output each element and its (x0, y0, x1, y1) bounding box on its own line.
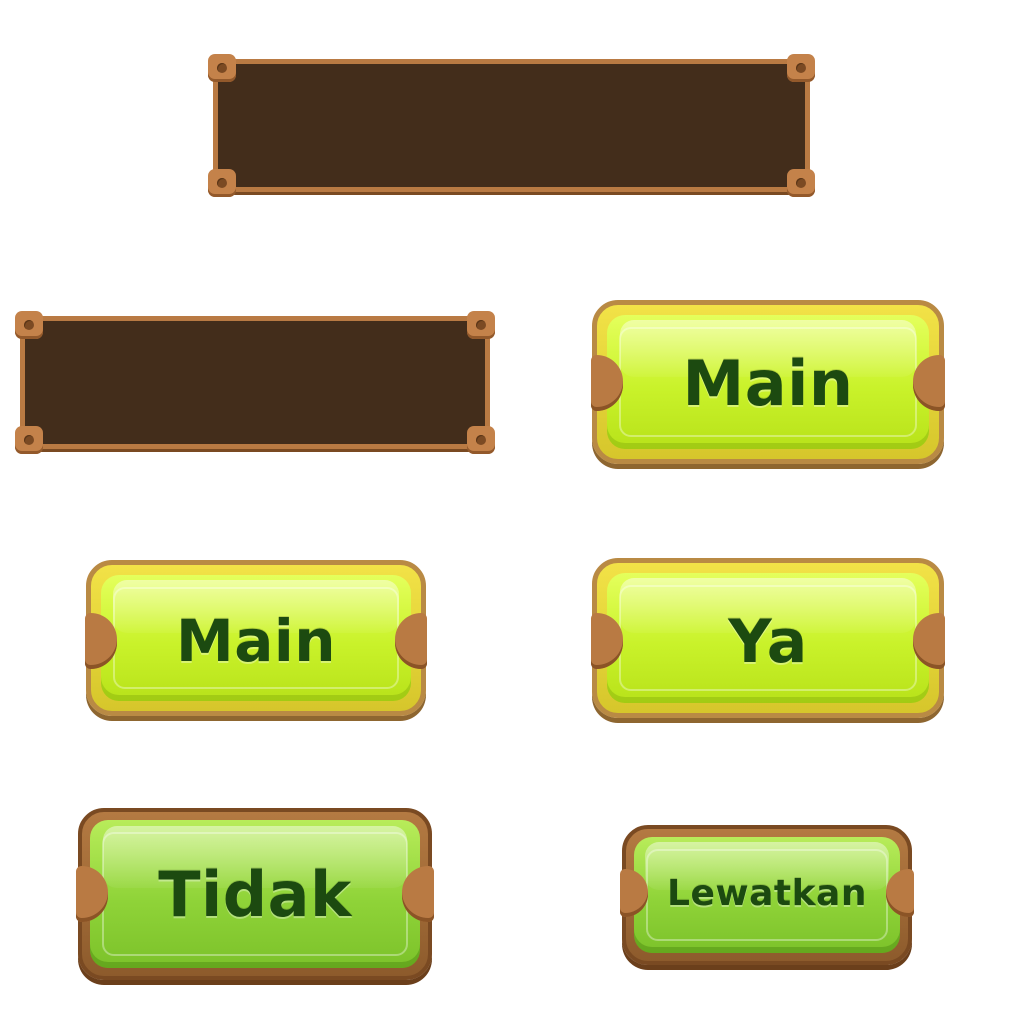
no-button[interactable]: Tidak (76, 808, 434, 980)
bolt-icon (208, 169, 236, 197)
skip-button-label: Lewatkan (667, 873, 867, 914)
yes-button[interactable]: Ya (591, 558, 945, 718)
bolt-icon (467, 311, 495, 339)
play-button-small[interactable]: Main (85, 560, 427, 716)
bolt-icon (208, 54, 236, 82)
wooden-panel-wide (208, 54, 815, 197)
bolt-icon (467, 426, 495, 454)
game-ui-asset-sheet: Main Main Ya Tidak Lewatkan (0, 0, 1024, 1024)
no-button-label: Tidak (158, 858, 352, 931)
yes-button-label: Ya (728, 607, 808, 677)
wooden-panel-medium (15, 311, 495, 454)
play-button-label: Main (175, 607, 337, 675)
bolt-icon (15, 426, 43, 454)
skip-button[interactable]: Lewatkan (620, 825, 914, 965)
bolt-icon (787, 169, 815, 197)
play-button-large[interactable]: Main (591, 300, 945, 464)
bolt-icon (787, 54, 815, 82)
play-button-label: Main (682, 347, 854, 420)
bolt-icon (15, 311, 43, 339)
